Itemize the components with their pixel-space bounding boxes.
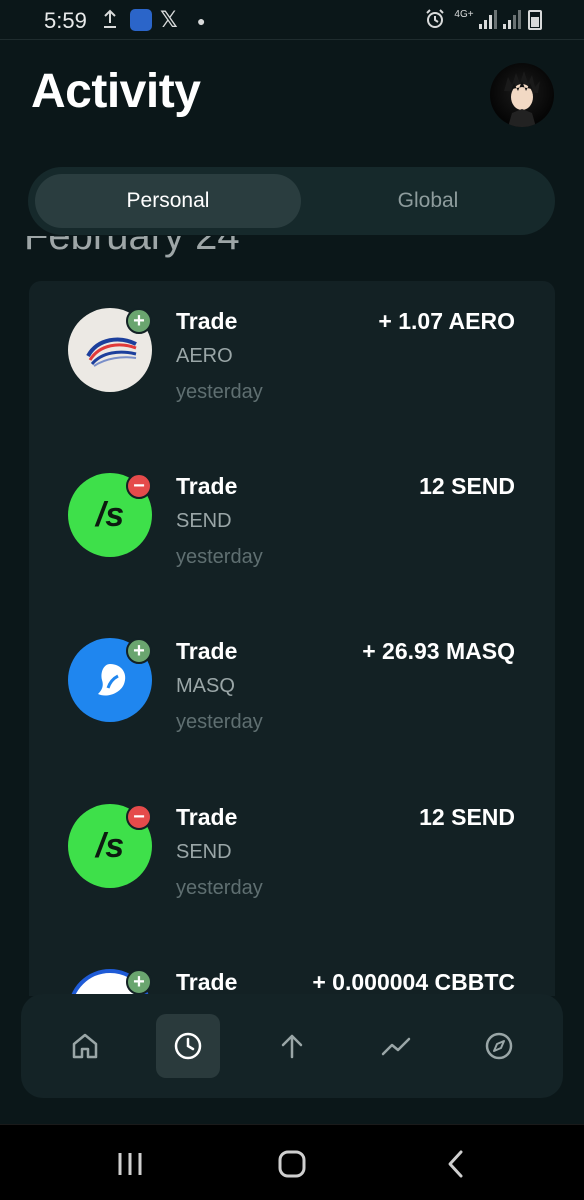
upload-icon [101,8,119,32]
activity-item[interactable]: + Trade + 0.000004 CBBTC [29,942,555,996]
bottom-nav [21,994,563,1098]
activity-card: + Trade AERO yesterday + 1.07 AERO /s − … [29,281,555,996]
outgoing-badge: − [126,804,152,830]
explore-icon [485,1032,513,1060]
signal-icon [502,8,522,32]
activity-amount: 12 SEND [419,804,515,830]
activity-time: yesterday [176,546,263,568]
incoming-badge: + [126,308,152,334]
activity-amount: + 0.000004 CBBTC [312,969,515,995]
home-icon [72,1033,98,1059]
profile-avatar[interactable] [490,63,554,127]
status-time: 5:59 [44,8,87,33]
activity-type: Trade [176,969,238,995]
activity-time: yesterday [176,877,263,899]
back-icon [448,1150,463,1178]
activity-list-scroll[interactable]: February 24 + Trade AERO yesterday + 1.0… [0,236,584,996]
activity-amount: 12 SEND [419,473,515,499]
activity-icon [174,1032,202,1060]
date-heading: February 24 [24,236,240,258]
tab-global[interactable]: Global [308,174,548,228]
nav-activity[interactable] [156,1014,220,1078]
app-icon [130,9,152,31]
system-home-icon [278,1150,306,1178]
activity-token: MASQ [176,675,235,697]
activity-token: SEND [176,841,232,863]
activity-amount: + 1.07 AERO [378,308,515,334]
status-bar: 5:59 𝕏 ● 4G+ [0,0,584,40]
dot-icon: ● [197,13,206,29]
activity-scope-toggle: Personal Global [28,167,555,235]
nav-send[interactable] [260,1014,324,1078]
activity-type: Trade [176,638,238,664]
activity-token: AERO [176,345,233,367]
activity-item[interactable]: + Trade MASQ yesterday + 26.93 MASQ [29,611,555,751]
page-title: Activity [31,65,201,118]
trade-icon [381,1037,411,1056]
outgoing-badge: − [126,473,152,499]
nav-trade[interactable] [364,1014,428,1078]
nav-explore[interactable] [467,1014,531,1078]
incoming-badge: + [126,969,152,995]
network-label: 4G+ [454,9,474,20]
activity-amount: + 26.93 MASQ [362,638,515,664]
incoming-badge: + [126,638,152,664]
recent-apps-button[interactable] [110,1147,150,1181]
signal-icon [478,8,498,32]
activity-type: Trade [176,308,238,334]
activity-item[interactable]: /s − Trade SEND yesterday 12 SEND [29,777,555,917]
back-button[interactable] [436,1147,476,1181]
battery-icon [528,10,542,30]
activity-time: yesterday [176,711,263,733]
activity-item[interactable]: /s − Trade SEND yesterday 12 SEND [29,446,555,586]
activity-type: Trade [176,804,238,830]
alarm-icon [424,8,446,32]
recent-apps-icon [118,1153,142,1175]
tab-personal[interactable]: Personal [35,174,301,228]
system-nav-bar [0,1124,584,1200]
activity-type: Trade [176,473,238,499]
x-icon: 𝕏 [160,7,178,32]
activity-token: SEND [176,510,232,532]
send-icon [281,1034,303,1059]
activity-time: yesterday [176,381,263,403]
activity-item[interactable]: + Trade AERO yesterday + 1.07 AERO [29,281,555,421]
nav-home[interactable] [53,1014,117,1078]
system-home-button[interactable] [272,1147,312,1181]
